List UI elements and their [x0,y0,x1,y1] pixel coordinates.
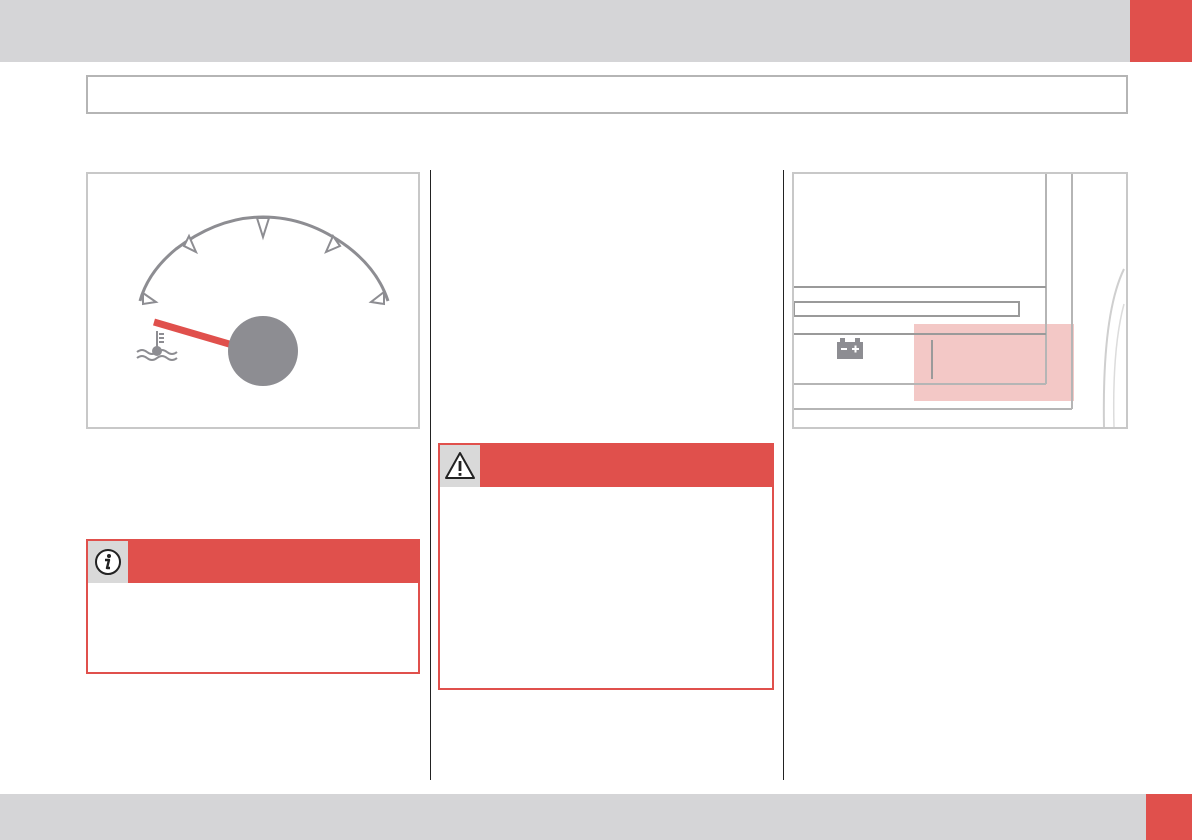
page-number-tab [1146,794,1192,840]
gauge-ticks [142,217,385,306]
highlight-area [914,324,1074,401]
coolant-temperature-icon [136,331,178,361]
note-callout [86,539,420,674]
gauge-hub [228,316,298,386]
coolant-gauge-illustration [136,215,390,386]
warning-icon-box [440,445,480,487]
warning-callout-header [440,445,772,487]
gauge-tick [142,291,159,306]
note-icon-box [88,541,128,583]
column-divider [430,170,431,780]
gauge-tick [255,217,271,241]
chapter-tab [1130,0,1192,62]
warning-triangle-icon [445,452,475,479]
instrument-panel-illustration [793,174,1125,428]
gauge-tick [368,289,385,306]
info-icon [95,549,121,575]
coolant-gauge-figure [86,172,420,429]
page-title-frame [86,75,1128,114]
footer-bar [0,794,1192,840]
battery-icon [837,338,863,359]
gauge-needle [153,318,237,350]
warning-callout [438,443,774,690]
instrument-panel-figure [792,172,1128,429]
header-bar [0,0,1192,62]
column-divider [783,170,784,780]
note-callout-header [88,541,418,583]
